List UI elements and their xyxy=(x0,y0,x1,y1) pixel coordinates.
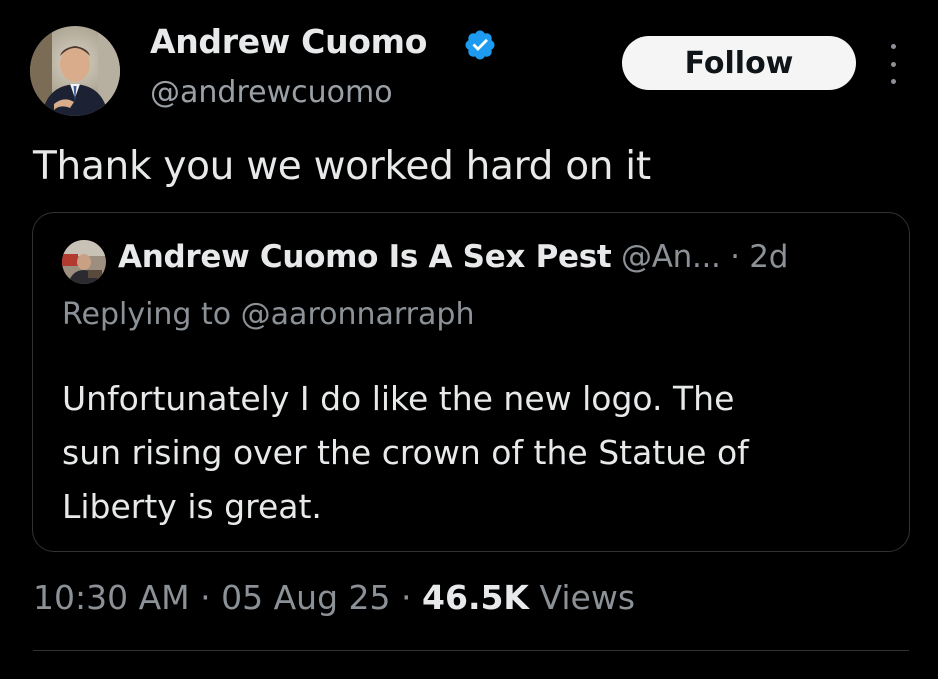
more-dot xyxy=(890,44,896,49)
quoted-header: Andrew Cuomo Is A Sex Pest @An... · 2d xyxy=(118,239,788,275)
tweet-screenshot: Andrew Cuomo @andrewcuomo Follow Thank y… xyxy=(0,0,938,679)
meta-separator: · xyxy=(189,578,222,617)
more-dot xyxy=(890,79,896,84)
quoted-text-line: Liberty is great. xyxy=(62,487,322,526)
views-count[interactable]: 46.5K xyxy=(422,578,529,617)
views-label: Views xyxy=(529,578,636,617)
tweet-time[interactable]: 10:30 AM xyxy=(33,578,190,617)
quoted-tweet-text: Unfortunately I do like the new logo. Th… xyxy=(62,372,862,534)
replying-to-handle[interactable]: @aaronnarraph xyxy=(241,297,475,332)
quoted-profile-photo xyxy=(62,240,106,284)
tweet-text: Thank you we worked hard on it xyxy=(33,144,651,189)
quoted-text-line: Unfortunately I do like the new logo. Th… xyxy=(62,379,735,418)
author-handle[interactable]: @andrewcuomo xyxy=(150,75,393,110)
more-dot xyxy=(890,61,896,67)
quoted-text-line: sun rising over the crown of the Statue … xyxy=(62,433,749,472)
tweet-meta: 10:30 AM · 05 Aug 25 · 46.5K Views xyxy=(33,578,635,617)
profile-photo xyxy=(30,26,120,116)
verified-badge-icon xyxy=(463,28,497,62)
author-avatar[interactable] xyxy=(30,26,120,116)
quoted-replying-to: Replying to @aaronnarraph xyxy=(62,297,474,332)
replying-to-label: Replying to xyxy=(62,297,241,332)
quoted-display-name[interactable]: Andrew Cuomo Is A Sex Pest xyxy=(118,239,612,275)
tweet-date[interactable]: 05 Aug 25 xyxy=(221,578,390,617)
quoted-author-avatar[interactable] xyxy=(62,240,106,284)
follow-button[interactable]: Follow xyxy=(622,36,856,90)
meta-separator: · xyxy=(390,578,423,617)
quoted-handle-time: @An... · 2d xyxy=(611,239,789,275)
author-display-name[interactable]: Andrew Cuomo xyxy=(150,22,427,61)
more-options-icon[interactable] xyxy=(886,44,900,84)
divider xyxy=(33,650,909,651)
